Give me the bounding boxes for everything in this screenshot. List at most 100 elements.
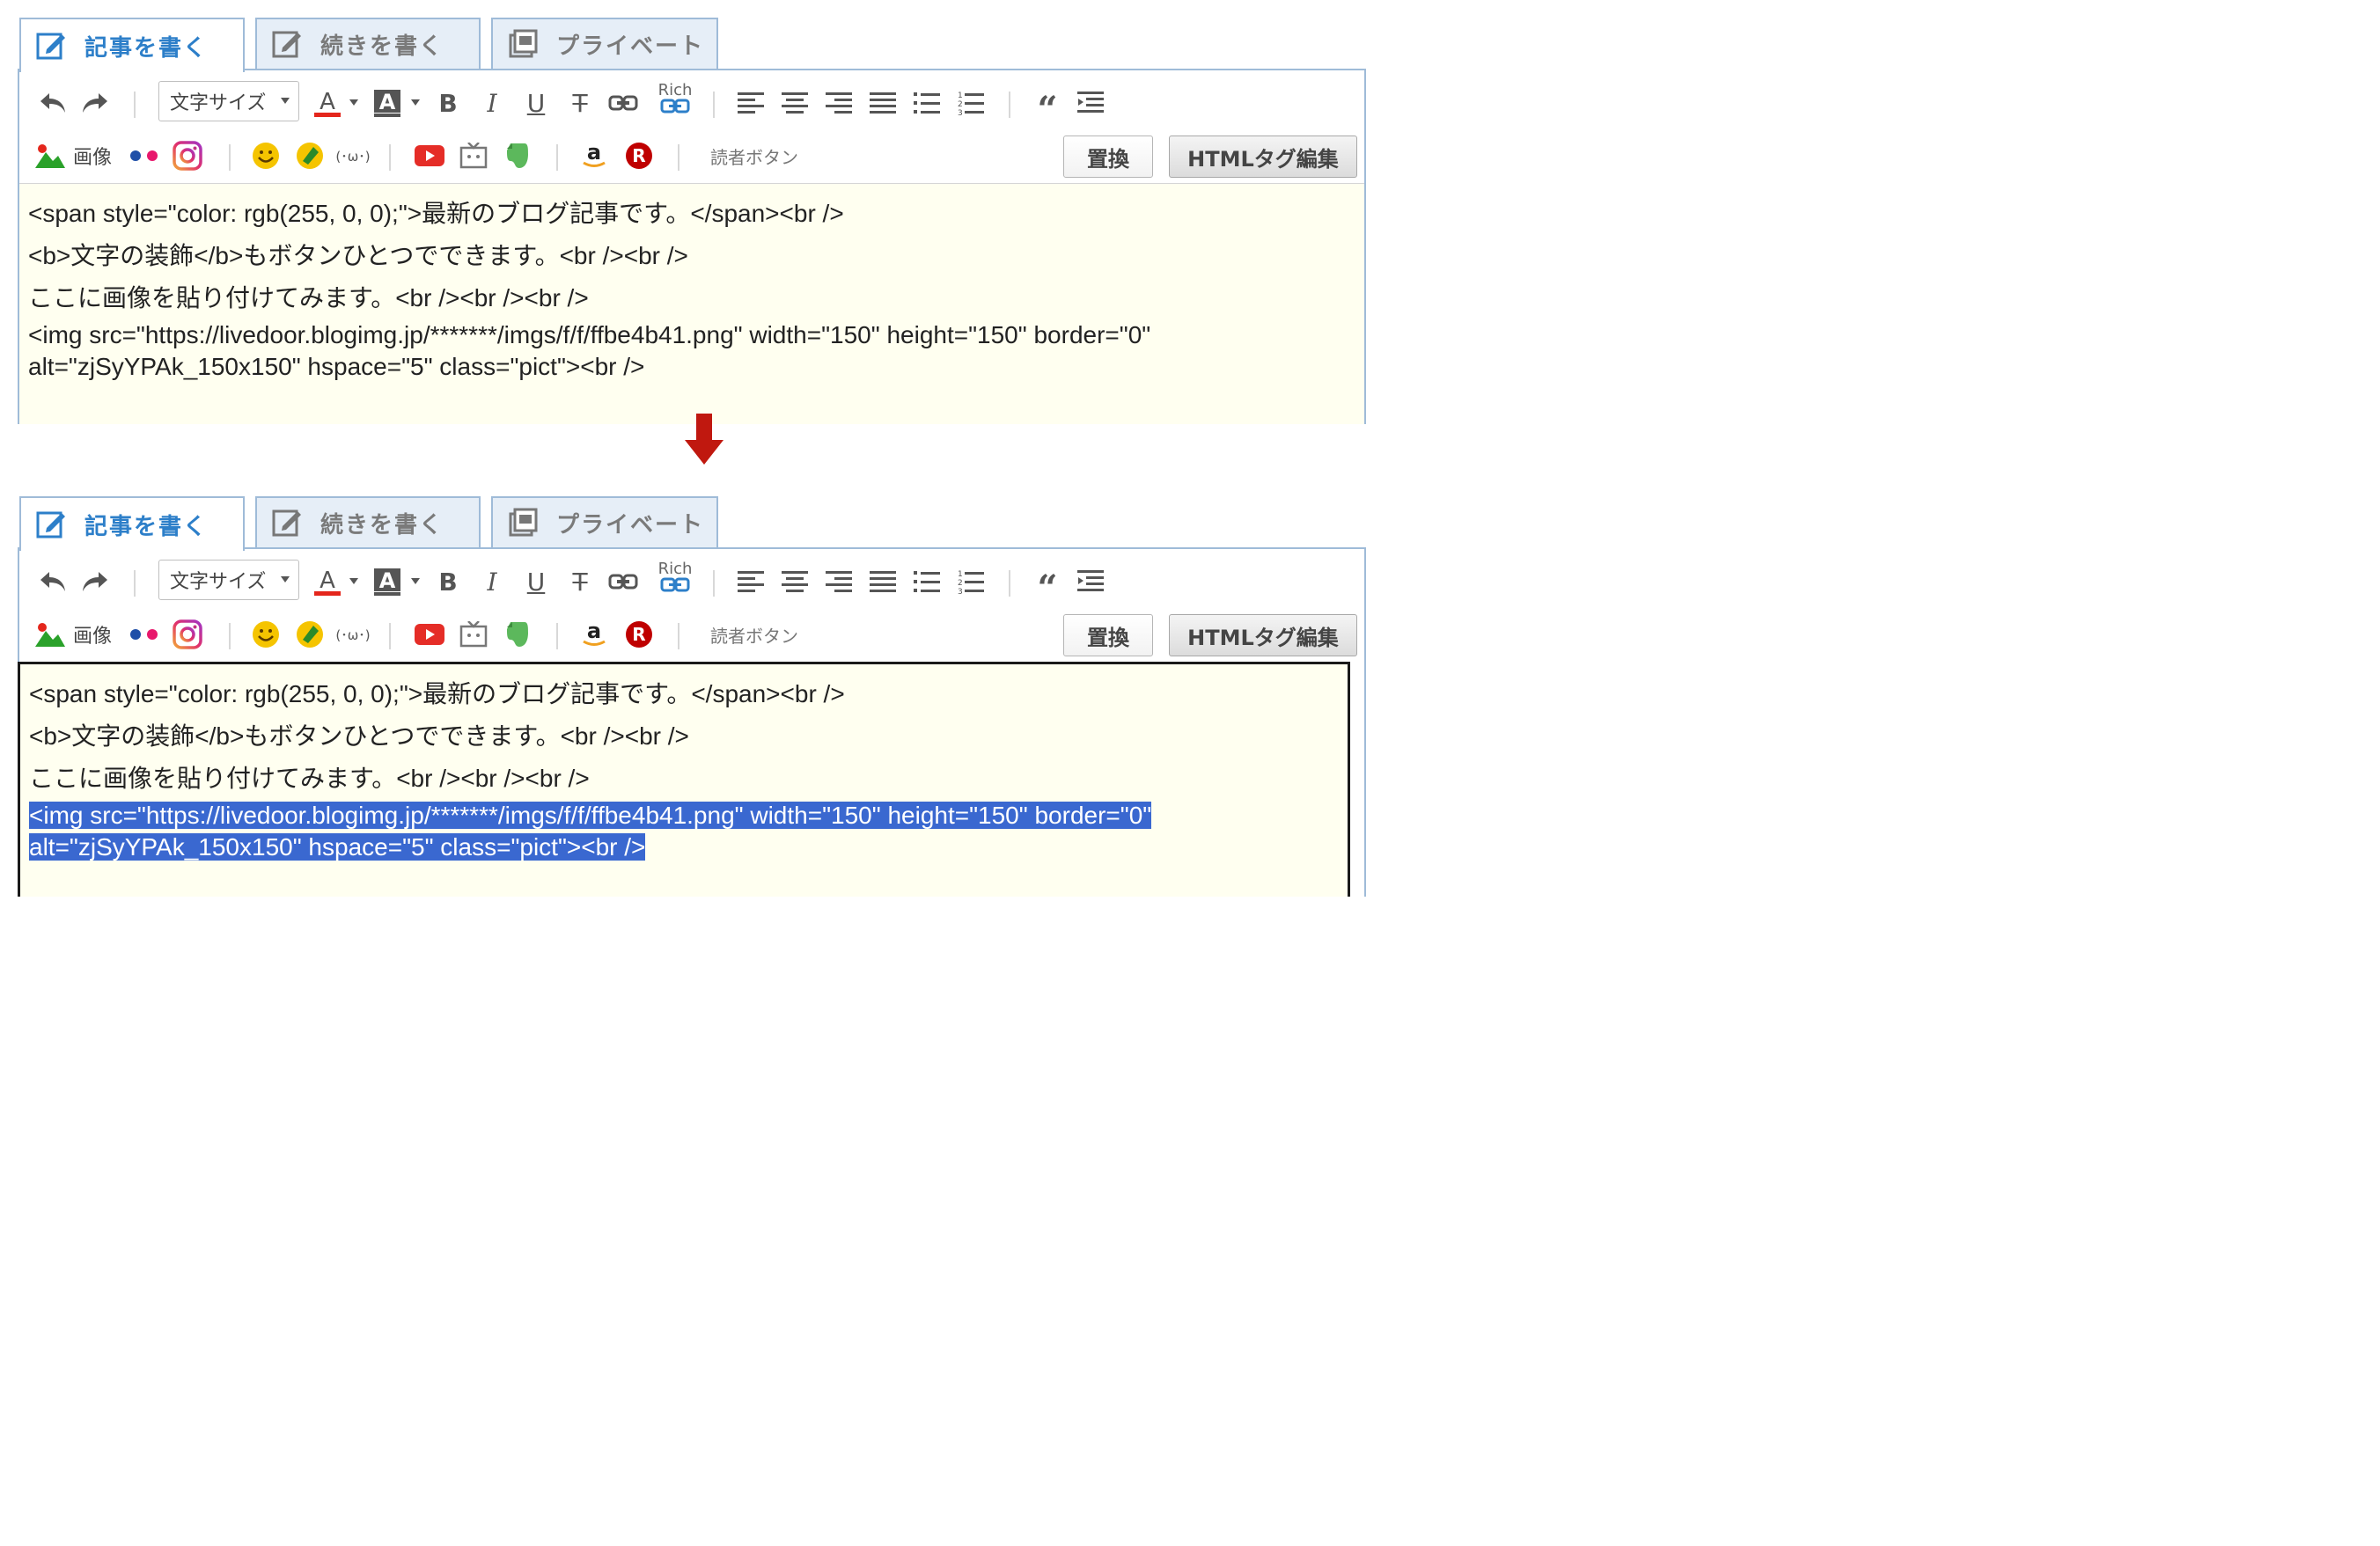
replace-button[interactable]: 置換 bbox=[1063, 136, 1153, 178]
strikethrough-icon[interactable]: T bbox=[565, 567, 595, 597]
source-line: alt="zjSyYPAk_150x150" hspace="5" class=… bbox=[28, 353, 645, 380]
divider bbox=[713, 92, 715, 118]
svg-text:A: A bbox=[320, 89, 335, 115]
redo-icon[interactable] bbox=[79, 567, 111, 597]
align-right-icon[interactable] bbox=[824, 567, 854, 597]
evernote-icon[interactable] bbox=[503, 141, 532, 171]
emoji-icon[interactable] bbox=[250, 141, 282, 171]
link-icon[interactable] bbox=[607, 88, 639, 118]
rakuten-icon[interactable]: R bbox=[623, 619, 655, 649]
italic-icon[interactable]: I bbox=[477, 567, 507, 597]
edit-icon bbox=[35, 30, 67, 62]
text-color-icon[interactable]: A bbox=[312, 567, 343, 597]
svg-text:2: 2 bbox=[958, 579, 963, 588]
link-icon bbox=[660, 99, 690, 114]
image-label[interactable]: 画像 bbox=[70, 141, 114, 171]
flickr-icon[interactable] bbox=[127, 619, 162, 649]
tab-label: 記事を書く bbox=[84, 34, 209, 62]
italic-icon[interactable]: I bbox=[477, 88, 507, 118]
divider bbox=[678, 144, 679, 171]
tab-private[interactable]: プライベート bbox=[491, 18, 718, 69]
youtube-icon[interactable] bbox=[414, 619, 445, 649]
html-source-textarea[interactable]: <span style="color: rgb(255, 0, 0);">最新の… bbox=[18, 662, 1350, 897]
strikethrough-icon[interactable]: T bbox=[565, 88, 595, 118]
undo-icon[interactable] bbox=[37, 88, 69, 118]
instagram-icon[interactable] bbox=[171, 619, 204, 649]
reader-button[interactable]: 読者ボタン bbox=[706, 141, 803, 171]
background-color-dropdown-icon[interactable] bbox=[408, 88, 422, 118]
background-color-dropdown-icon[interactable] bbox=[408, 567, 422, 597]
font-size-label: 文字サイズ bbox=[170, 571, 267, 593]
text-color-dropdown-icon[interactable] bbox=[347, 567, 361, 597]
image-icon[interactable] bbox=[35, 619, 65, 649]
link-icon[interactable] bbox=[607, 567, 639, 597]
tab-continue-writing[interactable]: 続きを書く bbox=[255, 496, 481, 547]
tab-write-article[interactable]: 記事を書く bbox=[19, 496, 245, 551]
background-color-icon[interactable]: A bbox=[371, 88, 403, 118]
divider bbox=[1009, 92, 1010, 118]
html-edit-button[interactable]: HTMLタグ編集 bbox=[1169, 614, 1357, 656]
align-left-icon[interactable] bbox=[736, 88, 766, 118]
undo-icon[interactable] bbox=[37, 567, 69, 597]
redo-icon[interactable] bbox=[79, 88, 111, 118]
background-color-icon[interactable]: A bbox=[371, 567, 403, 597]
align-left-icon[interactable] bbox=[736, 567, 766, 597]
rich-link-button[interactable]: Rich bbox=[653, 77, 697, 120]
align-justify-icon[interactable] bbox=[868, 88, 898, 118]
rich-link-button[interactable]: Rich bbox=[653, 556, 697, 598]
underline-icon[interactable]: U bbox=[521, 567, 551, 597]
text-color-icon[interactable]: A bbox=[312, 88, 343, 118]
svg-text:3: 3 bbox=[958, 588, 963, 594]
editor-frame: 文字サイズ A A B I U T Rich 1 2 3 “ 画像 (･ω･) … bbox=[18, 547, 1366, 897]
divider bbox=[229, 144, 231, 171]
image-icon[interactable] bbox=[35, 141, 65, 171]
text-color-dropdown-icon[interactable] bbox=[347, 88, 361, 118]
replace-button[interactable]: 置換 bbox=[1063, 614, 1153, 656]
indent-icon[interactable] bbox=[1076, 567, 1106, 597]
amazon-icon[interactable]: a bbox=[579, 619, 609, 649]
indent-icon[interactable] bbox=[1076, 88, 1106, 118]
align-right-icon[interactable] bbox=[824, 88, 854, 118]
arrow-down-icon bbox=[685, 414, 724, 466]
evernote-icon[interactable] bbox=[503, 619, 532, 649]
quote-icon[interactable]: “ bbox=[1032, 567, 1063, 609]
kaomoji-button[interactable]: (･ω･) bbox=[333, 141, 373, 171]
numbered-list-icon[interactable]: 123 bbox=[956, 567, 986, 597]
private-icon bbox=[507, 28, 539, 60]
tab-label: 続きを書く bbox=[320, 511, 444, 539]
flickr-icon[interactable] bbox=[127, 141, 162, 171]
align-center-icon[interactable] bbox=[780, 567, 810, 597]
amazon-icon[interactable]: a bbox=[579, 141, 609, 171]
tab-write-article[interactable]: 記事を書く bbox=[19, 18, 245, 72]
tab-private[interactable]: プライベート bbox=[491, 496, 718, 547]
toolbar-row-format: 文字サイズ A A B I U T Rich 1 2 3 “ bbox=[19, 76, 1364, 130]
rich-label: Rich bbox=[657, 81, 693, 99]
quote-icon[interactable]: “ bbox=[1032, 88, 1063, 130]
bullet-list-icon[interactable] bbox=[912, 88, 942, 118]
align-center-icon[interactable] bbox=[780, 88, 810, 118]
font-size-select[interactable]: 文字サイズ bbox=[158, 81, 299, 121]
sticker-icon[interactable] bbox=[294, 619, 326, 649]
numbered-list-icon[interactable]: 123 bbox=[956, 88, 986, 118]
tab-continue-writing[interactable]: 続きを書く bbox=[255, 18, 481, 69]
bold-icon[interactable]: B bbox=[433, 567, 463, 597]
youtube-icon[interactable] bbox=[414, 141, 445, 171]
editor-frame: 文字サイズ A A B I U T Rich 1 2 3 “ 画像 (･ω･) … bbox=[18, 69, 1366, 424]
reader-button[interactable]: 読者ボタン bbox=[706, 619, 803, 649]
video-icon[interactable] bbox=[458, 619, 489, 649]
video-icon[interactable] bbox=[458, 141, 489, 171]
emoji-icon[interactable] bbox=[250, 619, 282, 649]
underline-icon[interactable]: U bbox=[521, 88, 551, 118]
sticker-icon[interactable] bbox=[294, 141, 326, 171]
instagram-icon[interactable] bbox=[171, 141, 204, 171]
font-size-select[interactable]: 文字サイズ bbox=[158, 560, 299, 600]
html-source-textarea[interactable]: <span style="color: rgb(255, 0, 0);">最新の… bbox=[19, 183, 1364, 424]
bold-icon[interactable]: B bbox=[433, 88, 463, 118]
align-justify-icon[interactable] bbox=[868, 567, 898, 597]
html-edit-button[interactable]: HTMLタグ編集 bbox=[1169, 136, 1357, 178]
image-label[interactable]: 画像 bbox=[70, 619, 114, 649]
kaomoji-button[interactable]: (･ω･) bbox=[333, 619, 373, 649]
bullet-list-icon[interactable] bbox=[912, 567, 942, 597]
rakuten-icon[interactable]: R bbox=[623, 141, 655, 171]
divider bbox=[389, 144, 391, 171]
